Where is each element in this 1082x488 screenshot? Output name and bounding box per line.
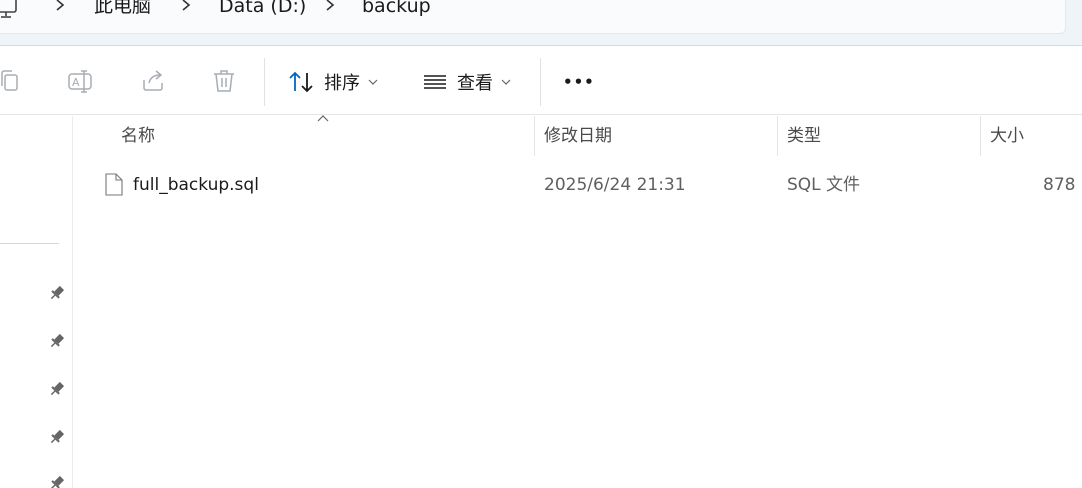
- breadcrumb-item-this-pc[interactable]: 此电脑: [94, 0, 151, 19]
- more-icon: •••: [563, 73, 595, 91]
- nav-divider: [0, 243, 59, 244]
- column-separator[interactable]: [534, 116, 535, 156]
- pin-icon[interactable]: [48, 284, 66, 302]
- share-icon[interactable]: [140, 68, 166, 94]
- chevron-down-icon: [501, 79, 511, 85]
- toolbar-separator: [540, 58, 541, 106]
- command-bar: A 排序 查看 •••: [0, 46, 1082, 115]
- chevron-right-icon[interactable]: [53, 0, 67, 13]
- sort-ascending-caret-icon: [317, 115, 329, 122]
- toolbar-separator: [264, 58, 265, 106]
- file-row[interactable]: full_backup.sql 2025/6/24 21:31 SQL 文件 8…: [74, 166, 1082, 204]
- column-header-size[interactable]: 大小: [990, 116, 1024, 156]
- column-separator[interactable]: [777, 116, 778, 156]
- column-header-modified[interactable]: 修改日期: [544, 116, 612, 156]
- pin-icon[interactable]: [48, 332, 66, 350]
- copy-icon[interactable]: [0, 68, 22, 94]
- pin-icon[interactable]: [48, 380, 66, 398]
- delete-icon[interactable]: [211, 68, 237, 94]
- computer-icon[interactable]: [0, 0, 19, 19]
- view-button[interactable]: 查看: [422, 66, 511, 98]
- file-name: full_backup.sql: [133, 175, 259, 195]
- sort-label: 排序: [324, 73, 360, 94]
- chevron-right-icon[interactable]: [179, 0, 193, 13]
- view-label: 查看: [457, 73, 493, 94]
- sort-icon: [289, 71, 313, 93]
- pin-icon[interactable]: [48, 474, 66, 488]
- file-icon: [105, 173, 123, 196]
- chevron-right-icon[interactable]: [323, 0, 337, 13]
- column-separator[interactable]: [980, 116, 981, 156]
- breadcrumb-item-drive[interactable]: Data (D:): [219, 0, 306, 19]
- more-options-button[interactable]: •••: [563, 66, 595, 98]
- view-list-icon: [424, 75, 446, 89]
- file-modified-date: 2025/6/24 21:31: [544, 175, 686, 195]
- column-header-type[interactable]: 类型: [787, 116, 821, 156]
- file-type: SQL 文件: [787, 175, 861, 195]
- svg-text:A: A: [72, 76, 80, 89]
- breadcrumb[interactable]: 此电脑 Data (D:) backup: [0, 0, 1066, 34]
- file-size: 878: [1043, 175, 1076, 195]
- pin-icon[interactable]: [48, 428, 66, 446]
- sort-button[interactable]: 排序: [287, 66, 378, 98]
- rename-icon[interactable]: A: [67, 68, 93, 94]
- chevron-down-icon: [368, 79, 378, 85]
- breadcrumb-item-backup[interactable]: backup: [362, 0, 431, 19]
- navigation-pane: [0, 116, 73, 488]
- column-header-name[interactable]: 名称: [121, 116, 155, 156]
- address-bar-region: 此电脑 Data (D:) backup: [0, 0, 1082, 46]
